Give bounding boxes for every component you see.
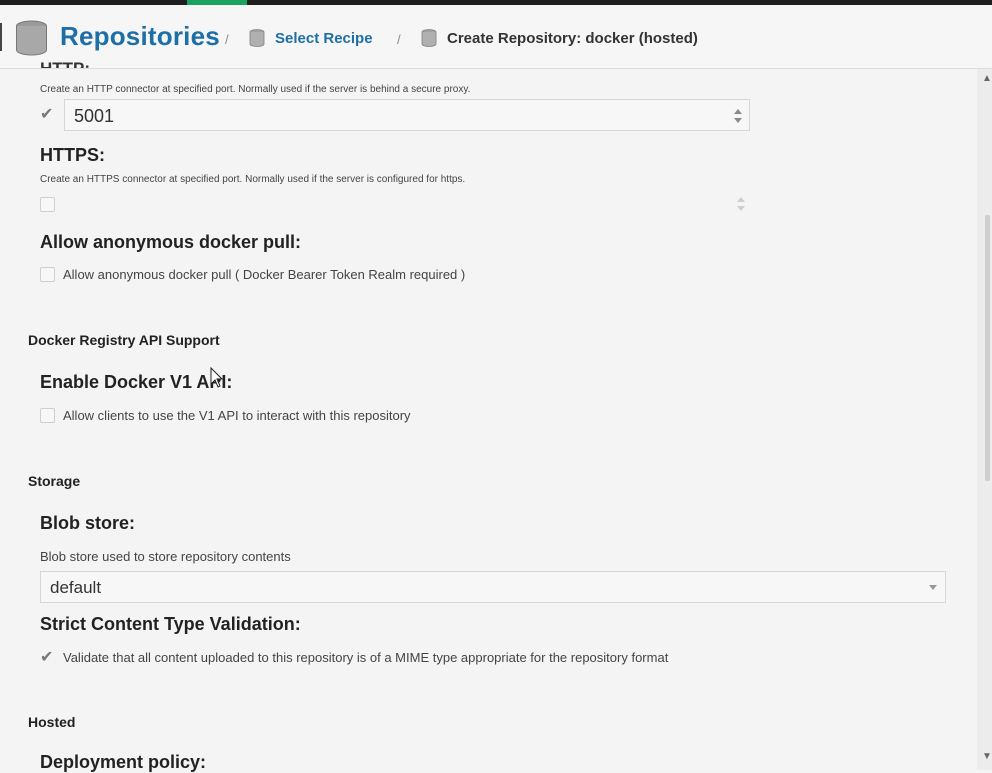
section-storage: Storage [28,473,81,489]
section-registry-api: Docker Registry API Support [28,332,220,348]
https-checkbox[interactable] [40,197,55,212]
number-spinner-icon [737,197,745,211]
http-checkbox[interactable]: ✔ [40,104,53,124]
vertical-scrollbar[interactable]: ▲ ▼ [977,69,992,770]
blob-store-value: default [50,578,102,597]
chevron-down-icon [929,585,937,590]
https-port-input [64,189,750,219]
breadcrumb-current: Create Repository: docker (hosted) [447,30,698,47]
anon-pull-title: Allow anonymous docker pull: [40,232,302,252]
section-hosted: Hosted [28,714,76,730]
strict-validation-title: Strict Content Type Validation: [40,614,301,634]
breadcrumb-separator: / [225,32,229,47]
breadcrumb-select-recipe[interactable]: Select Recipe [275,30,373,47]
scroll-down-icon[interactable]: ▼ [982,751,992,762]
header-edge [0,23,2,51]
number-spinner-icon[interactable] [733,107,743,125]
http-title: HTTP: [40,56,90,68]
scroll-up-icon[interactable]: ▲ [982,73,992,84]
https-title: HTTPS: [40,145,105,165]
blob-store-title: Blob store: [40,513,136,533]
database-icon [421,29,437,47]
v1-api-title: Enable Docker V1 API: [40,372,233,392]
database-icon [16,20,47,56]
v1-api-label: Allow clients to use the V1 API to inter… [63,408,411,423]
http-port-input[interactable]: 5001 [64,99,750,131]
database-icon [249,29,265,47]
strict-validation-label: Validate that all content uploaded to th… [63,650,669,665]
mouse-cursor-icon [210,367,224,388]
http-help-text: Create an HTTP connector at specified po… [40,84,471,95]
anon-pull-label: Allow anonymous docker pull ( Docker Bea… [63,267,466,282]
page-header: Repositories / Select Recipe / Create Re… [0,5,992,69]
blob-store-help: Blob store used to store repository cont… [40,549,291,564]
https-help-text: Create an HTTPS connector at specified p… [40,174,466,185]
scrollbar-thumb[interactable] [985,215,990,481]
breadcrumb-separator: / [397,32,401,47]
blob-store-select[interactable]: default [40,571,946,603]
v1-api-checkbox[interactable] [40,408,55,423]
page-title: Repositories [60,21,220,51]
http-port-value: 5001 [74,106,115,126]
anon-pull-checkbox[interactable] [40,267,55,282]
strict-validation-checkbox[interactable]: ✔ [40,647,53,667]
